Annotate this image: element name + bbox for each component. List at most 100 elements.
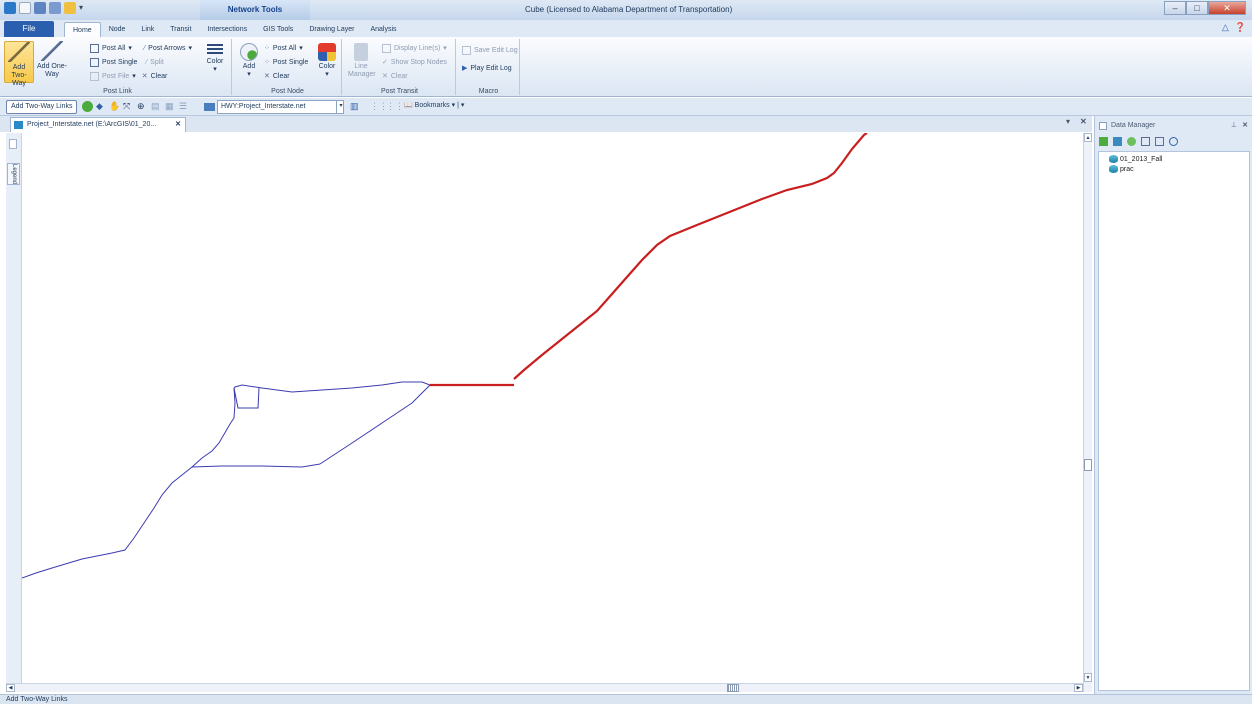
scroll-left-icon[interactable]: ◀	[6, 684, 15, 692]
vertical-scrollbar[interactable]: ▲ ▼	[1083, 133, 1092, 692]
close-tab-icon[interactable]: ✕	[175, 118, 181, 132]
grid-view-2-icon[interactable]: ⋮⋮	[386, 101, 404, 112]
scroll-right-icon[interactable]: ▶	[1074, 684, 1083, 692]
add-data-icon[interactable]	[1099, 137, 1108, 146]
display-lines-icon	[382, 43, 391, 53]
layer-icon	[204, 103, 215, 111]
post-link-all-button[interactable]: Post All ▾	[90, 42, 132, 54]
link-color-button[interactable]: Color ▾	[202, 44, 228, 74]
tab-transit[interactable]: Transit	[162, 22, 199, 37]
edit-icon[interactable]	[49, 2, 61, 14]
split-button[interactable]: ⁄ Split	[146, 56, 164, 68]
display-lines-label: Display Line(s)	[394, 44, 441, 52]
post-node-single-button[interactable]: ⁘ Post Single	[264, 56, 308, 68]
globe-icon[interactable]	[82, 101, 93, 112]
document-tab[interactable]: Project_Interstate.net (E:\ArcGIS\01_20.…	[10, 117, 186, 132]
show-stop-nodes-button[interactable]: ✓ Show Stop Nodes	[382, 56, 447, 68]
app-icon[interactable]	[4, 2, 16, 14]
map-canvas[interactable]	[21, 132, 1086, 683]
table-view-icon[interactable]	[1155, 137, 1164, 146]
display-lines-button[interactable]: Display Line(s) ▾	[382, 42, 447, 54]
add-two-way-button[interactable]: Add Two-Way	[4, 41, 34, 87]
title-bar: ▾ Network Tools Cube (Licensed to Alabam…	[0, 0, 1252, 20]
line-manager-button[interactable]: Line Manager	[348, 43, 376, 79]
run-icon[interactable]	[64, 2, 76, 14]
post-file-button[interactable]: Post File ▾ ✕ Clear	[90, 70, 167, 82]
transit-clear-button[interactable]: ✕ Clear	[382, 70, 408, 82]
network-link[interactable]	[319, 384, 431, 465]
help-icon[interactable]	[1169, 137, 1178, 146]
help-icon[interactable]: ❓	[1235, 22, 1246, 33]
legend-tab[interactable]: Legend	[7, 163, 20, 185]
tab-list-dropdown-icon[interactable]: ▾	[1066, 117, 1070, 126]
post-node-clear-button[interactable]: ✕ Clear	[264, 70, 290, 82]
node-color-button[interactable]: Color ▾	[314, 43, 340, 79]
close-button[interactable]: ✕	[1208, 1, 1246, 15]
tree-item-prac[interactable]: prac	[1109, 165, 1134, 173]
network-link[interactable]	[233, 387, 260, 409]
one-way-link-icon	[41, 41, 63, 61]
pin-icon[interactable]: ⊥	[1231, 118, 1237, 133]
scroll-down-icon[interactable]: ▼	[1084, 673, 1092, 682]
add-one-way-button[interactable]: Add One-Way	[37, 41, 67, 83]
save-edit-log-button[interactable]: Save Edit Log	[462, 44, 518, 56]
tab-gis-tools[interactable]: GIS Tools	[255, 22, 301, 37]
post-arrows-button[interactable]: ⁄ Post Arrows ▾	[144, 42, 192, 54]
post-node-all-label: Post All	[272, 44, 297, 52]
grid-icon[interactable]: ▦	[165, 101, 176, 112]
network-link[interactable]	[191, 463, 321, 468]
tab-drawing-layer[interactable]: Drawing Layer	[301, 22, 362, 37]
network-link[interactable]	[233, 381, 431, 393]
posted-link[interactable]	[513, 132, 868, 380]
file-tab[interactable]: File	[4, 21, 54, 37]
horizontal-scrollbar[interactable]: ◀ ▶	[6, 683, 1083, 692]
active-tool-indicator[interactable]: Add Two-Way Links	[6, 100, 78, 114]
network-link[interactable]	[21, 387, 236, 579]
tree-item-01-2013-fall[interactable]: 01_2013_Fall	[1109, 155, 1162, 163]
tab-link[interactable]: Link	[133, 22, 162, 37]
tab-analysis[interactable]: Analysis	[362, 22, 404, 37]
list-icon[interactable]: ☰	[179, 101, 190, 112]
close-panel-icon[interactable]: ✕	[1242, 118, 1248, 133]
maximize-button[interactable]: □	[1186, 1, 1208, 15]
save-icon[interactable]	[34, 2, 46, 14]
collapse-ribbon-icon[interactable]: △	[1222, 22, 1229, 33]
close-document-icon[interactable]: ✕	[1080, 117, 1087, 126]
post-node-all-button[interactable]: ⁘ Post All ▾	[264, 42, 303, 54]
refresh-icon[interactable]	[1127, 137, 1136, 146]
table-icon[interactable]: ▥	[350, 101, 361, 112]
customize-qat-icon[interactable]: ▾	[79, 2, 87, 14]
layers-icon[interactable]: ▤	[151, 101, 162, 112]
tab-intersections[interactable]: Intersections	[199, 22, 255, 37]
two-way-link-icon	[8, 42, 30, 62]
legend-toggle-icon[interactable]	[9, 139, 17, 149]
post-single-label: Post Single	[102, 58, 138, 66]
layer-combo[interactable]: HWY:Project_Interstate.net	[217, 100, 344, 114]
vertical-scroll-thumb[interactable]	[1084, 459, 1092, 471]
tab-node[interactable]: Node	[101, 22, 134, 37]
line-manager-icon	[354, 43, 368, 61]
document-tab-label: Project_Interstate.net (E:\ArcGIS\01_20.…	[27, 121, 157, 128]
post-all-label: Post All	[102, 44, 126, 52]
remove-data-icon[interactable]	[1113, 137, 1122, 146]
bookmarks-button[interactable]: 📖 Bookmarks ▾ | ▾	[404, 101, 464, 109]
add-one-way-label: Add One-Way	[37, 63, 67, 78]
back-arrow-icon[interactable]: ◆	[96, 101, 107, 112]
data-manager-tree: 01_2013_Fall prac	[1098, 151, 1250, 691]
new-file-icon[interactable]	[19, 2, 31, 14]
properties-icon[interactable]	[1141, 137, 1150, 146]
post-single-icon	[90, 57, 99, 67]
horizontal-scroll-thumb[interactable]	[727, 684, 739, 692]
post-link-single-button[interactable]: Post Single	[90, 56, 137, 68]
add-node-button[interactable]: Add ▾	[236, 43, 262, 79]
scroll-up-icon[interactable]: ▲	[1084, 133, 1092, 142]
pan-hand-icon[interactable]: ✋	[109, 101, 120, 112]
network-map[interactable]	[21, 132, 1086, 683]
minimize-button[interactable]: –	[1164, 1, 1186, 15]
layer-combo-dropdown-icon[interactable]: ▾	[336, 100, 345, 114]
zoom-extent-icon[interactable]: ⤧	[123, 101, 134, 112]
zoom-icon[interactable]: ⊕	[137, 101, 148, 112]
tab-home[interactable]: Home	[64, 22, 101, 37]
grid-view-icon[interactable]: ⋮⋮	[370, 101, 388, 112]
play-edit-log-button[interactable]: ▶ Play Edit Log	[462, 62, 512, 74]
